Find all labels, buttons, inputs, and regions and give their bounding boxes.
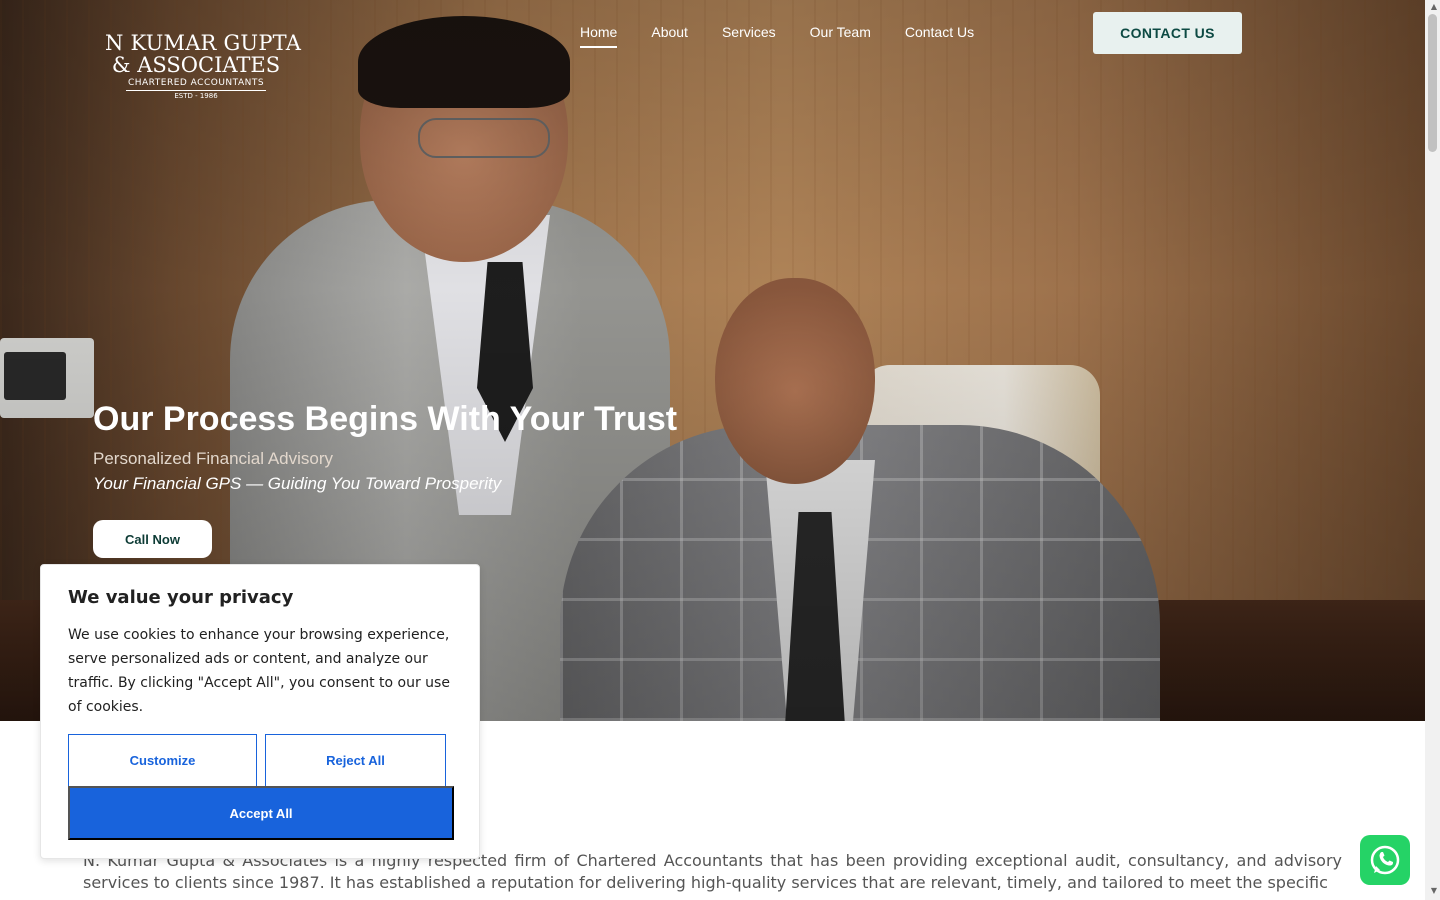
scroll-up-icon[interactable]: ▲: [1431, 2, 1437, 11]
scrollbar-thumb[interactable]: [1428, 14, 1437, 152]
firm-logo[interactable]: N KUMAR GUPTA & ASSOCIATES CHARTERED ACC…: [105, 31, 302, 100]
nav-item-about[interactable]: About: [651, 24, 688, 48]
page-scrollbar[interactable]: ▲ ▼: [1425, 0, 1440, 900]
nav-item-services[interactable]: Services: [722, 24, 776, 48]
accept-all-button[interactable]: Accept All: [68, 786, 454, 840]
nav-item-our-team[interactable]: Our Team: [810, 24, 871, 48]
hero-title: Our Process Begins With Your Trust: [93, 400, 678, 438]
reject-all-button[interactable]: Reject All: [265, 734, 446, 787]
logo-line4: ESTD - 1986: [126, 90, 266, 100]
hero-subtitle: Personalized Financial Advisory: [93, 449, 334, 468]
logo-line3: CHARTERED ACCOUNTANTS: [127, 78, 265, 88]
cookie-title: We value your privacy: [68, 587, 294, 608]
call-now-button[interactable]: Call Now: [93, 520, 212, 558]
whatsapp-icon: [1370, 845, 1400, 875]
whatsapp-button[interactable]: [1360, 835, 1410, 885]
hero-tagline: Your Financial GPS — Guiding You Toward …: [93, 474, 502, 493]
logo-line2: & ASSOCIATES: [111, 53, 281, 77]
logo-line1: N KUMAR GUPTA: [105, 31, 302, 55]
customize-button[interactable]: Customize: [68, 734, 257, 787]
cookie-consent-banner: We value your privacy We use cookies to …: [40, 564, 480, 859]
nav-item-home[interactable]: Home: [580, 24, 618, 48]
cookie-text: We use cookies to enhance your browsing …: [68, 627, 450, 715]
nav-item-contact-us[interactable]: Contact Us: [905, 24, 974, 48]
main-nav: Home About Services Our Team Contact Us: [580, 24, 974, 48]
scroll-down-icon[interactable]: ▼: [1431, 886, 1437, 895]
contact-us-button[interactable]: CONTACT US: [1093, 12, 1242, 54]
